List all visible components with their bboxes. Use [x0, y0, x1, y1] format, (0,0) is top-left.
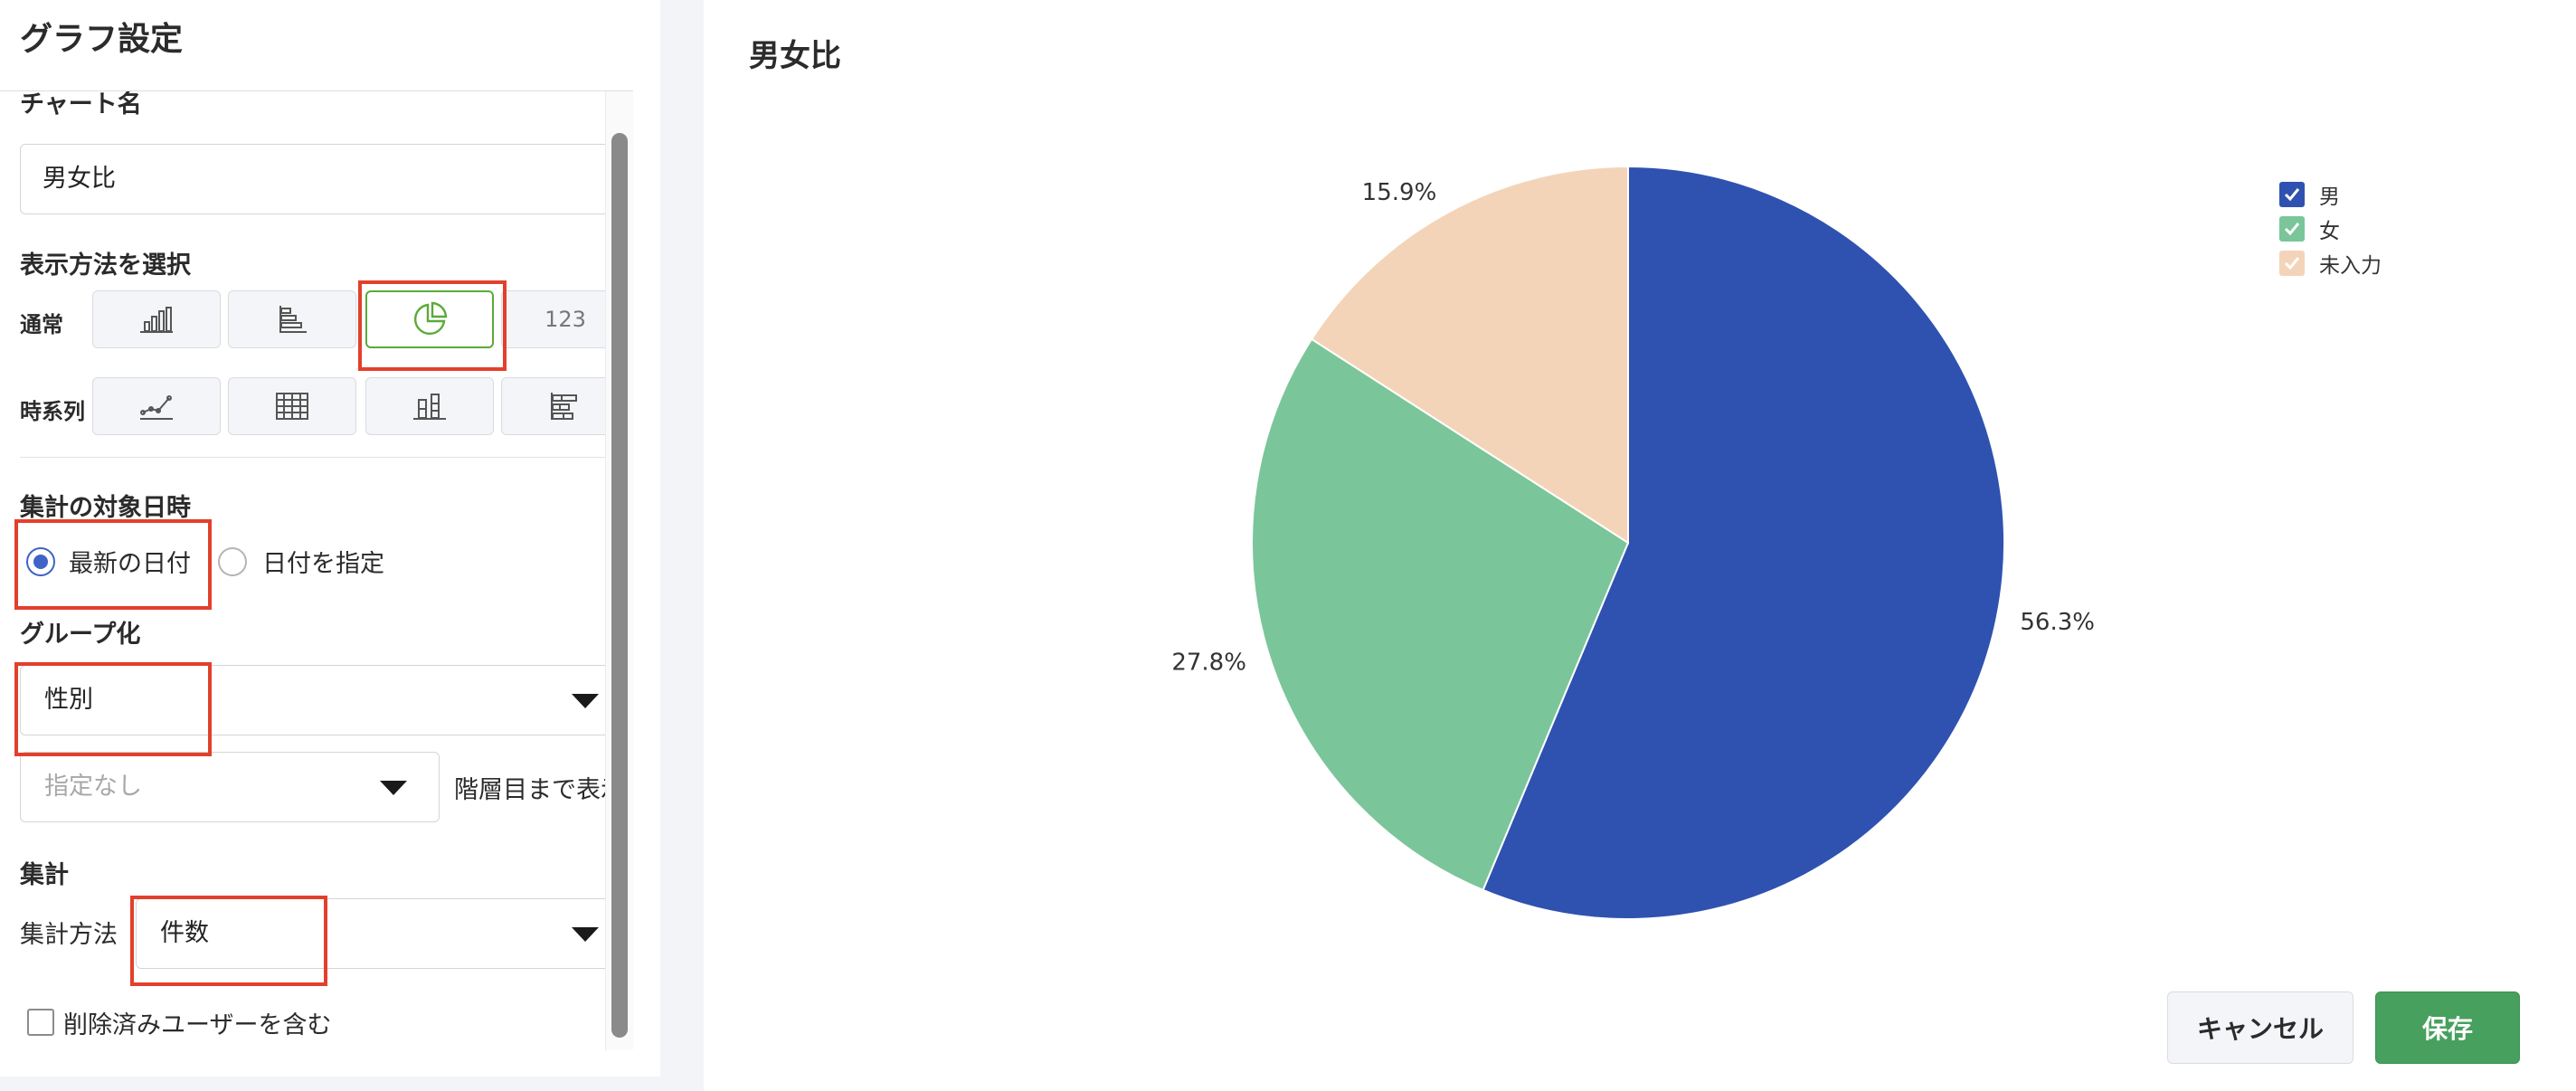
legend-checkbox-icon[interactable]: [2279, 251, 2305, 276]
grouping-label: グループ化: [20, 621, 141, 649]
grouping-secondary-select[interactable]: 指定なし: [20, 752, 440, 822]
table-grid-icon: [276, 393, 308, 420]
latest-date-radio[interactable]: [26, 547, 55, 576]
horizontal-bar-chart-icon: [279, 306, 307, 333]
line-chart-button[interactable]: [92, 377, 221, 435]
grouping-secondary-placeholder: 指定なし: [44, 773, 142, 801]
save-button[interactable]: 保存: [2375, 991, 2520, 1064]
grouping-secondary-caret-icon[interactable]: [380, 781, 407, 795]
target-date-label: 集計の対象日時: [20, 494, 191, 522]
legend-item-2[interactable]: 未入力: [2279, 246, 2382, 280]
settings-scrollbar[interactable]: [605, 91, 633, 1050]
vertical-bar-chart-icon: [140, 307, 173, 333]
normal-row-label: 通常: [20, 312, 63, 337]
pie-chart-button[interactable]: [365, 290, 494, 348]
settings-scrollbar-thumb[interactable]: [611, 133, 628, 1038]
vertical-bar-chart-button[interactable]: [92, 290, 221, 348]
aggregation-method-value: 件数: [160, 919, 209, 947]
include-deleted-label: 削除済みユーザーを含む: [63, 1011, 332, 1039]
specify-date-label: 日付を指定: [262, 550, 384, 578]
settings-title: グラフ設定: [20, 21, 184, 58]
legend-item-1[interactable]: 女: [2279, 212, 2382, 246]
legend-item-0[interactable]: 男: [2279, 177, 2382, 212]
grouping-primary-caret-icon[interactable]: [572, 694, 599, 708]
legend-checkbox-icon[interactable]: [2279, 216, 2305, 242]
pie-data-label-1: 27.8%: [1171, 649, 1246, 676]
chart-panel: 男女比 56.3% 27.8% 15.9% 男女未入力 キャンセル 保存: [704, 0, 2576, 1091]
cancel-button[interactable]: キャンセル: [2167, 991, 2353, 1064]
chart-legend: 男女未入力: [2279, 177, 2382, 280]
section-divider: [20, 457, 606, 458]
latest-date-label: 最新の日付: [69, 550, 191, 578]
legend-label: 男: [2319, 185, 2340, 209]
pie-data-label-2: 15.9%: [1362, 179, 1437, 206]
settings-panel: グラフ設定 チャート名 男女比 表示方法を選択 通常 123 時系列 集計の対象…: [0, 0, 660, 1077]
aggregation-method-select[interactable]: 件数: [136, 898, 617, 969]
aggregation-method-label: 集計方法: [20, 921, 118, 949]
stacked-bar-chart-icon: [413, 394, 446, 420]
grouping-primary-select[interactable]: 性別: [20, 665, 617, 735]
stacked-horizontal-bar-icon: [551, 393, 577, 420]
grouping-primary-value: 性別: [44, 686, 93, 714]
legend-checkbox-icon[interactable]: [2279, 182, 2305, 207]
stacked-bar-chart-button[interactable]: [365, 377, 494, 435]
legend-label: 女: [2319, 220, 2340, 243]
chart-name-label: チャート名: [20, 90, 142, 119]
number-display-label: 123: [545, 307, 586, 332]
specify-date-radio[interactable]: [218, 547, 247, 576]
timeseries-row-label: 時系列: [20, 399, 85, 424]
pie-chart: 56.3% 27.8% 15.9%: [1171, 165, 2095, 920]
chart-name-input[interactable]: 男女比: [20, 144, 617, 214]
pie-chart-icon: [413, 301, 448, 336]
line-chart-icon: [140, 395, 173, 420]
horizontal-bar-chart-button[interactable]: [228, 290, 356, 348]
include-deleted-checkbox[interactable]: [27, 1009, 54, 1036]
pie-data-label-0: 56.3%: [2020, 609, 2095, 636]
aggregation-method-caret-icon[interactable]: [572, 927, 599, 942]
grouping-level-text: 階層目まで表示: [454, 776, 625, 804]
table-button[interactable]: [228, 377, 356, 435]
aggregation-label: 集計: [20, 861, 69, 889]
settings-form: チャート名 男女比 表示方法を選択 通常 123 時系列 集計の対象日時 最新の…: [0, 90, 630, 1050]
legend-label: 未入力: [2319, 254, 2382, 278]
display-method-label: 表示方法を選択: [20, 251, 191, 280]
settings-scroll-area: チャート名 男女比 表示方法を選択 通常 123 時系列 集計の対象日時 最新の…: [0, 90, 633, 1050]
